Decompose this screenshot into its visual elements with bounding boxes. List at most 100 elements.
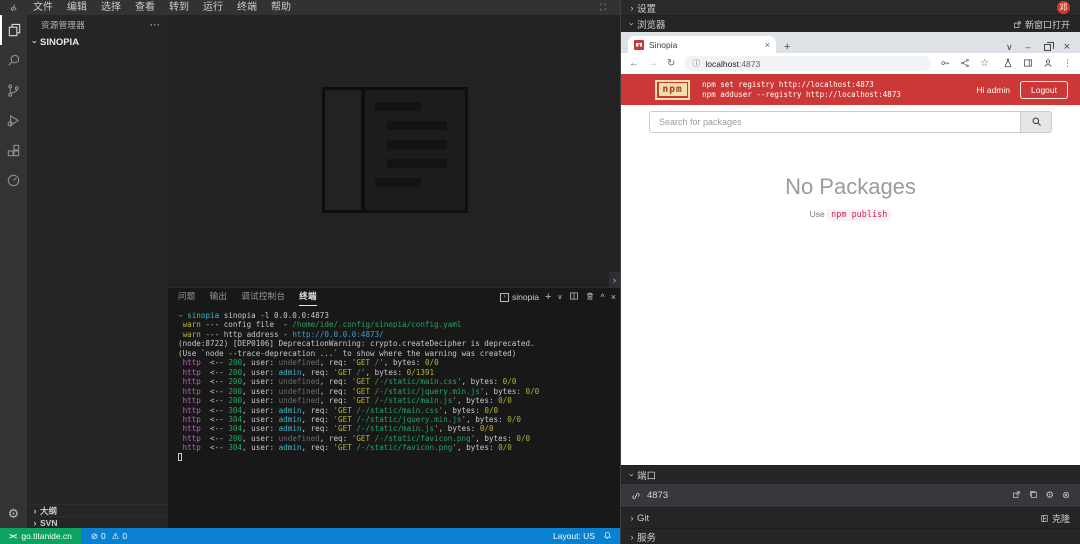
- close-window-icon[interactable]: ×: [1064, 41, 1070, 53]
- menu-item-3[interactable]: 查看: [128, 0, 162, 15]
- kill-terminal-icon[interactable]: [585, 291, 595, 303]
- terminal-line: http <-- 304, user: admin, req: 'GET /-/…: [178, 443, 620, 452]
- split-terminal-icon[interactable]: [569, 291, 579, 303]
- explorer-section[interactable]: ›SVN: [27, 516, 168, 528]
- browser-menu-icon[interactable]: ⋮: [1063, 58, 1072, 69]
- user-avatar-badge[interactable]: 邓: [1057, 1, 1070, 14]
- forward-icon[interactable]: →: [648, 58, 658, 69]
- maximize-panel-icon[interactable]: ^: [601, 292, 605, 302]
- terminal-dropdown-icon[interactable]: ∨: [557, 293, 562, 301]
- terminal-line: http <-- 304, user: admin, req: 'GET /-/…: [178, 406, 620, 415]
- section-services[interactable]: › 服务: [621, 528, 1080, 544]
- open-new-window-button[interactable]: 新窗口打开: [1013, 18, 1070, 31]
- port-link-icon: [631, 491, 641, 501]
- chevron-right-icon: ›: [30, 506, 40, 516]
- manage-gear-icon[interactable]: ⚙: [0, 500, 27, 528]
- explorer-bottom: ›大纲›SVN: [27, 504, 168, 528]
- chevron-down-icon: ›: [627, 470, 637, 480]
- browser-tab-sinopia[interactable]: Sinopia ×: [628, 36, 776, 53]
- status-right: Layout: US: [553, 531, 620, 542]
- open-new-window-label: 新窗口打开: [1025, 18, 1070, 31]
- url-port: :4873: [739, 59, 760, 69]
- menu-item-5[interactable]: 运行: [196, 0, 230, 15]
- preview-icon[interactable]: [1029, 490, 1038, 502]
- terminal-line: warn --- config file - /home/ide/.config…: [178, 320, 620, 329]
- logout-button[interactable]: Logout: [1020, 81, 1068, 99]
- more-actions-icon[interactable]: ⋯: [150, 20, 160, 31]
- reload-icon[interactable]: ↻: [667, 58, 675, 69]
- git-clone-button[interactable]: 克隆: [1040, 512, 1070, 525]
- explorer-icon[interactable]: [0, 15, 27, 45]
- close-panel-icon[interactable]: ×: [611, 292, 616, 302]
- ide-window: ‹/› 文件编辑选择查看转到运行终端帮助 ⛶: [0, 0, 620, 544]
- panel-tab-bar: 问题输出调试控制台终端 › sinopia + ∨: [168, 288, 620, 306]
- bookmark-star-icon[interactable]: ☆: [980, 58, 989, 69]
- share-icon[interactable]: [960, 55, 970, 73]
- terminal-selector[interactable]: › sinopia: [500, 292, 539, 302]
- port-row-4873[interactable]: 4873 ⚙ ⊗: [621, 484, 1080, 507]
- new-terminal-icon[interactable]: +: [545, 291, 551, 303]
- section-ports[interactable]: › 端口: [621, 465, 1080, 484]
- password-key-icon[interactable]: [940, 55, 950, 73]
- extensions-icon[interactable]: [0, 135, 27, 165]
- menu-bar: 文件编辑选择查看转到运行终端帮助: [26, 0, 298, 15]
- section-browser[interactable]: › 浏览器 新窗口打开: [621, 15, 1080, 32]
- section-label: 大纲: [40, 505, 57, 517]
- menu-item-7[interactable]: 帮助: [264, 0, 298, 15]
- port-settings-gear-icon[interactable]: ⚙: [1046, 490, 1055, 501]
- terminal-content[interactable]: → sinopia sinopia -l 0.0.0.0:4873 warn -…: [168, 306, 620, 528]
- url-host: localhost: [705, 59, 739, 69]
- chevron-down-icon: ›: [627, 19, 637, 29]
- menu-item-2[interactable]: 选择: [94, 0, 128, 15]
- remote-icon: ><: [9, 532, 16, 541]
- menu-item-0[interactable]: 文件: [26, 0, 60, 15]
- terminal-line: (Use `node --trace-deprecation ...` to s…: [178, 349, 620, 358]
- problems-status[interactable]: ⊘ 0 ⚠ 0: [91, 531, 127, 542]
- section-settings[interactable]: › 设置 邓: [621, 0, 1080, 15]
- panel-expand-handle[interactable]: ›: [609, 272, 620, 288]
- stop-port-icon[interactable]: ⊗: [1062, 490, 1070, 501]
- menu-item-4[interactable]: 转到: [162, 0, 196, 15]
- error-icon: ⊘: [91, 531, 98, 542]
- section-git[interactable]: › Git 克隆: [621, 507, 1080, 528]
- site-info-icon[interactable]: ⓘ: [692, 58, 700, 69]
- warning-count: 0: [122, 531, 127, 541]
- explorer-section[interactable]: ›大纲: [27, 504, 168, 516]
- menu-item-6[interactable]: 终端: [230, 0, 264, 15]
- back-icon[interactable]: ←: [629, 58, 639, 69]
- panel-tab[interactable]: 问题: [178, 288, 196, 306]
- search-icon[interactable]: [0, 45, 27, 75]
- side-panel-icon[interactable]: [1023, 55, 1033, 73]
- tab-close-icon[interactable]: ×: [765, 40, 770, 50]
- terminal-line: http <-- 200, user: undefined, req: 'GET…: [178, 396, 620, 405]
- error-count: 0: [101, 531, 106, 541]
- remote-indicator[interactable]: >< go.titanide.cn: [0, 528, 81, 544]
- menu-item-1[interactable]: 编辑: [60, 0, 94, 15]
- keyboard-layout[interactable]: Layout: US: [553, 531, 595, 541]
- new-tab-icon[interactable]: +: [784, 41, 790, 53]
- restore-icon[interactable]: [1044, 44, 1051, 51]
- search-submit-button[interactable]: [1020, 111, 1052, 133]
- url-field[interactable]: ⓘ localhost:4873: [684, 56, 931, 71]
- folder-name: SINOPIA: [40, 37, 79, 48]
- folder-row-sinopia[interactable]: › SINOPIA: [27, 35, 168, 49]
- tab-search-icon[interactable]: ∨: [1006, 42, 1013, 53]
- fullscreen-icon[interactable]: ⛶: [600, 2, 606, 13]
- open-in-browser-icon[interactable]: [1012, 490, 1021, 502]
- terminal-name: sinopia: [512, 292, 539, 302]
- right-panel: › 设置 邓 › 浏览器 新窗口打开 Sinopia × + ∨ – ×: [620, 0, 1080, 544]
- terminal-line: http <-- 304, user: admin, req: 'GET /-/…: [178, 415, 620, 424]
- minimize-icon[interactable]: –: [1026, 42, 1031, 52]
- panel-tab[interactable]: 调试控制台: [241, 288, 285, 306]
- panel-tab[interactable]: 输出: [210, 288, 228, 306]
- source-control-icon[interactable]: [0, 75, 27, 105]
- browser-label: 浏览器: [637, 17, 666, 31]
- run-debug-icon[interactable]: [0, 105, 27, 135]
- extension-flask-icon[interactable]: [1003, 55, 1013, 73]
- profile-icon[interactable]: [1043, 55, 1053, 73]
- live-preview-icon[interactable]: [0, 165, 27, 195]
- notifications-bell-icon[interactable]: [603, 531, 612, 542]
- package-search-input[interactable]: [649, 111, 1020, 133]
- panel-tab[interactable]: 终端: [299, 288, 317, 306]
- browser-content: No Packages Use npm publish: [621, 138, 1080, 465]
